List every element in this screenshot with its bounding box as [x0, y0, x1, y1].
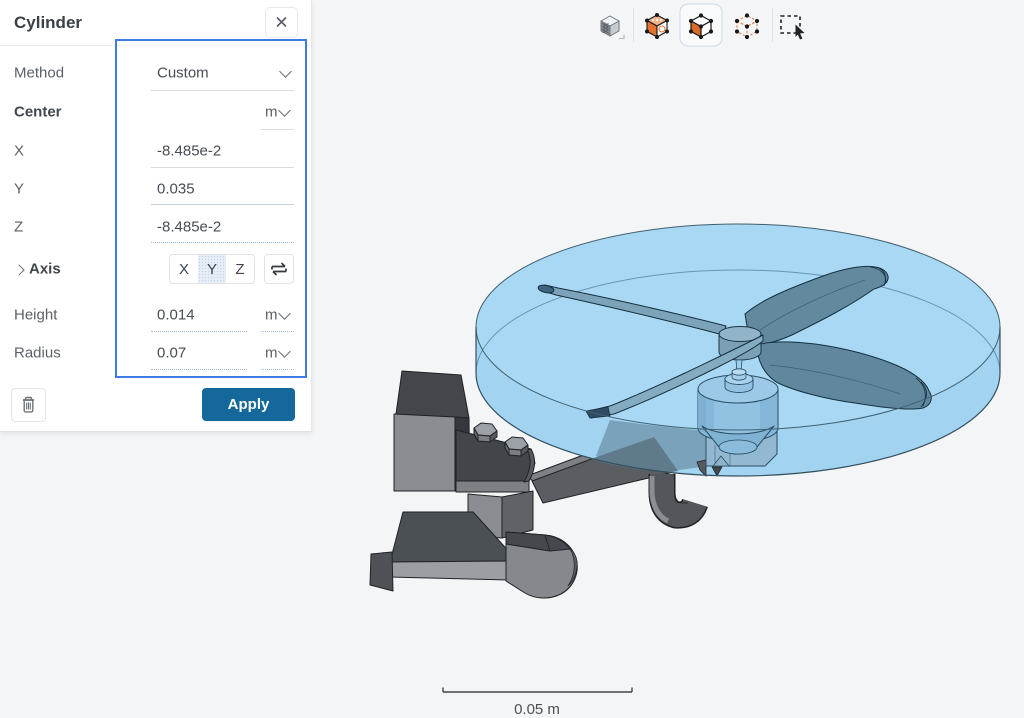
svg-text:0.05 m: 0.05 m [514, 701, 560, 718]
